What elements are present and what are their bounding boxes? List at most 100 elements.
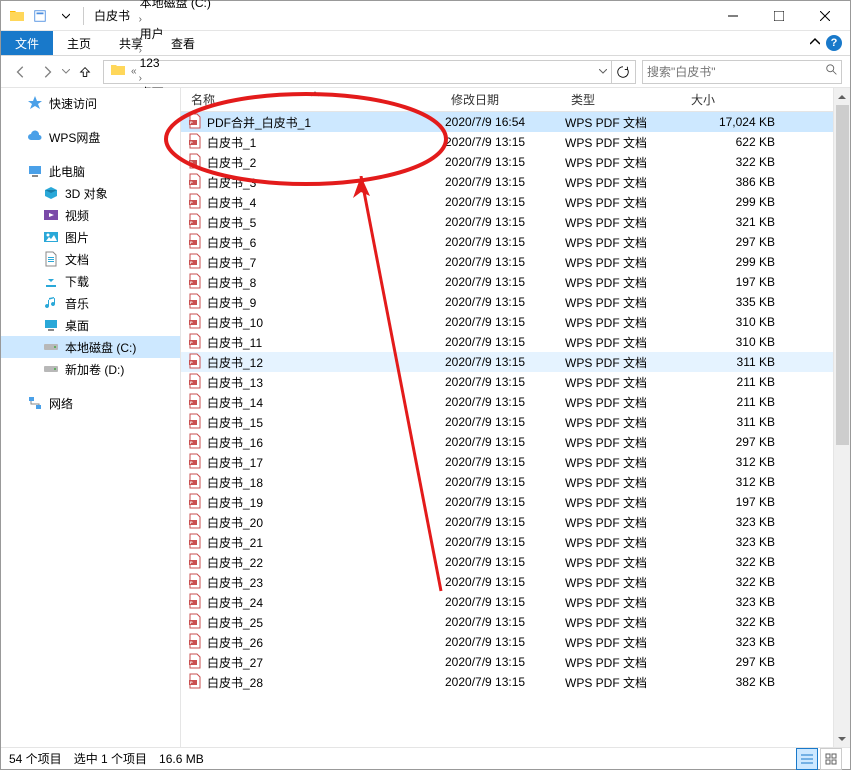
qa-dropdown-icon[interactable] (55, 5, 77, 27)
nav-back-button[interactable] (9, 60, 33, 84)
disk-icon (43, 339, 59, 355)
file-list[interactable]: PPDF合并_白皮书_1 2020/7/9 16:54 WPS PDF 文档 1… (181, 112, 833, 747)
sidebar-item[interactable]: 新加卷 (D:) (1, 358, 180, 380)
statusbar: 54 个项目 选中 1 个项目 16.6 MB (1, 747, 850, 769)
sidebar-item[interactable]: 音乐 (1, 292, 180, 314)
file-row[interactable]: P白皮书_10 2020/7/9 13:15 WPS PDF 文档 310 KB (181, 312, 833, 332)
refresh-button[interactable] (611, 61, 633, 83)
column-name[interactable]: 名称 (185, 91, 445, 108)
file-row[interactable]: P白皮书_21 2020/7/9 13:15 WPS PDF 文档 323 KB (181, 532, 833, 552)
file-row[interactable]: P白皮书_25 2020/7/9 13:15 WPS PDF 文档 322 KB (181, 612, 833, 632)
file-row[interactable]: PPDF合并_白皮书_1 2020/7/9 16:54 WPS PDF 文档 1… (181, 112, 833, 132)
chevron-left-icon[interactable]: « (130, 66, 138, 77)
nav-forward-button[interactable] (35, 60, 59, 84)
view-icons-button[interactable] (820, 748, 842, 770)
file-name: PDF合并_白皮书_1 (207, 114, 311, 131)
chevron-right-icon[interactable]: › (138, 73, 143, 84)
address-bar[interactable]: « ›本地磁盘 (C:)›用户›123›桌面›新建文件夹›白皮书 (103, 60, 636, 84)
search-input[interactable] (647, 65, 837, 79)
scroll-thumb[interactable] (836, 105, 849, 445)
sidebar: 快速访问 WPS网盘 此电脑 3D 对象视频图片文档下载音乐桌面本地磁盘 (C:… (1, 88, 181, 747)
status-size: 16.6 MB (159, 752, 204, 766)
sidebar-item[interactable]: 下载 (1, 270, 180, 292)
sidebar-item[interactable]: 视频 (1, 204, 180, 226)
file-row[interactable]: P白皮书_24 2020/7/9 13:15 WPS PDF 文档 323 KB (181, 592, 833, 612)
pdf-icon: P (187, 353, 203, 372)
file-row[interactable]: P白皮书_22 2020/7/9 13:15 WPS PDF 文档 322 KB (181, 552, 833, 572)
file-row[interactable]: P白皮书_9 2020/7/9 13:15 WPS PDF 文档 335 KB (181, 292, 833, 312)
sidebar-quick-access[interactable]: 快速访问 (1, 92, 180, 114)
file-row[interactable]: P白皮书_1 2020/7/9 13:15 WPS PDF 文档 622 KB (181, 132, 833, 152)
file-type: WPS PDF 文档 (565, 574, 685, 591)
file-row[interactable]: P白皮书_20 2020/7/9 13:15 WPS PDF 文档 323 KB (181, 512, 833, 532)
file-type: WPS PDF 文档 (565, 114, 685, 131)
file-row[interactable]: P白皮书_18 2020/7/9 13:15 WPS PDF 文档 312 KB (181, 472, 833, 492)
file-row[interactable]: P白皮书_2 2020/7/9 13:15 WPS PDF 文档 322 KB (181, 152, 833, 172)
sidebar-network[interactable]: 网络 (1, 392, 180, 414)
file-row[interactable]: P白皮书_7 2020/7/9 13:15 WPS PDF 文档 299 KB (181, 252, 833, 272)
pdf-icon: P (187, 113, 203, 132)
file-row[interactable]: P白皮书_5 2020/7/9 13:15 WPS PDF 文档 321 KB (181, 212, 833, 232)
sidebar-item[interactable]: 文档 (1, 248, 180, 270)
sidebar-this-pc[interactable]: 此电脑 (1, 160, 180, 182)
sidebar-wps-cloud[interactable]: WPS网盘 (1, 126, 180, 148)
file-row[interactable]: P白皮书_13 2020/7/9 13:15 WPS PDF 文档 211 KB (181, 372, 833, 392)
address-dropdown[interactable] (595, 69, 611, 75)
view-details-button[interactable] (796, 748, 818, 770)
file-name: 白皮书_20 (207, 514, 263, 531)
file-row[interactable]: P白皮书_27 2020/7/9 13:15 WPS PDF 文档 297 KB (181, 652, 833, 672)
file-type: WPS PDF 文档 (565, 494, 685, 511)
nav-up-button[interactable] (73, 60, 97, 84)
column-date[interactable]: 修改日期 (445, 91, 565, 108)
scroll-down-button[interactable] (834, 730, 850, 747)
search-box[interactable] (642, 60, 842, 84)
file-name: 白皮书_25 (207, 614, 263, 631)
chevron-right-icon[interactable]: › (138, 45, 143, 56)
search-icon[interactable] (825, 63, 839, 80)
file-date: 2020/7/9 13:15 (445, 475, 565, 489)
file-row[interactable]: P白皮书_12 2020/7/9 13:15 WPS PDF 文档 311 KB (181, 352, 833, 372)
breadcrumb-item[interactable]: 123 (138, 56, 213, 70)
file-row[interactable]: P白皮书_15 2020/7/9 13:15 WPS PDF 文档 311 KB (181, 412, 833, 432)
svg-text:P: P (190, 180, 193, 185)
menu-home[interactable]: 主页 (53, 31, 105, 56)
chevron-right-icon[interactable]: › (138, 14, 143, 25)
maximize-button[interactable] (756, 1, 802, 30)
qa-properties-icon[interactable] (29, 5, 51, 27)
breadcrumb-item[interactable]: 本地磁盘 (C:) (138, 0, 213, 11)
file-size: 312 KB (685, 455, 785, 469)
minimize-button[interactable] (710, 1, 756, 30)
breadcrumb-item[interactable]: 用户 (138, 25, 213, 42)
nav-history-dropdown[interactable] (61, 69, 71, 75)
column-size[interactable]: 大小 (685, 91, 785, 108)
close-button[interactable] (802, 1, 848, 30)
file-row[interactable]: P白皮书_4 2020/7/9 13:15 WPS PDF 文档 299 KB (181, 192, 833, 212)
sidebar-item[interactable]: 3D 对象 (1, 182, 180, 204)
pdf-icon: P (187, 613, 203, 632)
file-row[interactable]: P白皮书_6 2020/7/9 13:15 WPS PDF 文档 297 KB (181, 232, 833, 252)
file-size: 323 KB (685, 635, 785, 649)
scroll-up-button[interactable] (834, 88, 850, 105)
file-row[interactable]: P白皮书_28 2020/7/9 13:15 WPS PDF 文档 382 KB (181, 672, 833, 692)
file-date: 2020/7/9 16:54 (445, 115, 565, 129)
sidebar-item[interactable]: 图片 (1, 226, 180, 248)
sidebar-item[interactable]: 桌面 (1, 314, 180, 336)
file-row[interactable]: P白皮书_17 2020/7/9 13:15 WPS PDF 文档 312 KB (181, 452, 833, 472)
menu-file[interactable]: 文件 (1, 31, 53, 55)
sidebar-item[interactable]: 本地磁盘 (C:) (1, 336, 180, 358)
file-row[interactable]: P白皮书_11 2020/7/9 13:15 WPS PDF 文档 310 KB (181, 332, 833, 352)
column-type[interactable]: 类型 (565, 91, 685, 108)
file-date: 2020/7/9 13:15 (445, 575, 565, 589)
file-row[interactable]: P白皮书_3 2020/7/9 13:15 WPS PDF 文档 386 KB (181, 172, 833, 192)
ribbon-collapse-icon[interactable] (810, 36, 820, 50)
file-row[interactable]: P白皮书_23 2020/7/9 13:15 WPS PDF 文档 322 KB (181, 572, 833, 592)
file-row[interactable]: P白皮书_14 2020/7/9 13:15 WPS PDF 文档 211 KB (181, 392, 833, 412)
scrollbar-vertical[interactable] (833, 88, 850, 747)
pdf-icon: P (187, 433, 203, 452)
help-icon[interactable]: ? (826, 35, 842, 51)
file-row[interactable]: P白皮书_16 2020/7/9 13:15 WPS PDF 文档 297 KB (181, 432, 833, 452)
file-row[interactable]: P白皮书_8 2020/7/9 13:15 WPS PDF 文档 197 KB (181, 272, 833, 292)
file-size: 386 KB (685, 175, 785, 189)
file-row[interactable]: P白皮书_26 2020/7/9 13:15 WPS PDF 文档 323 KB (181, 632, 833, 652)
file-row[interactable]: P白皮书_19 2020/7/9 13:15 WPS PDF 文档 197 KB (181, 492, 833, 512)
